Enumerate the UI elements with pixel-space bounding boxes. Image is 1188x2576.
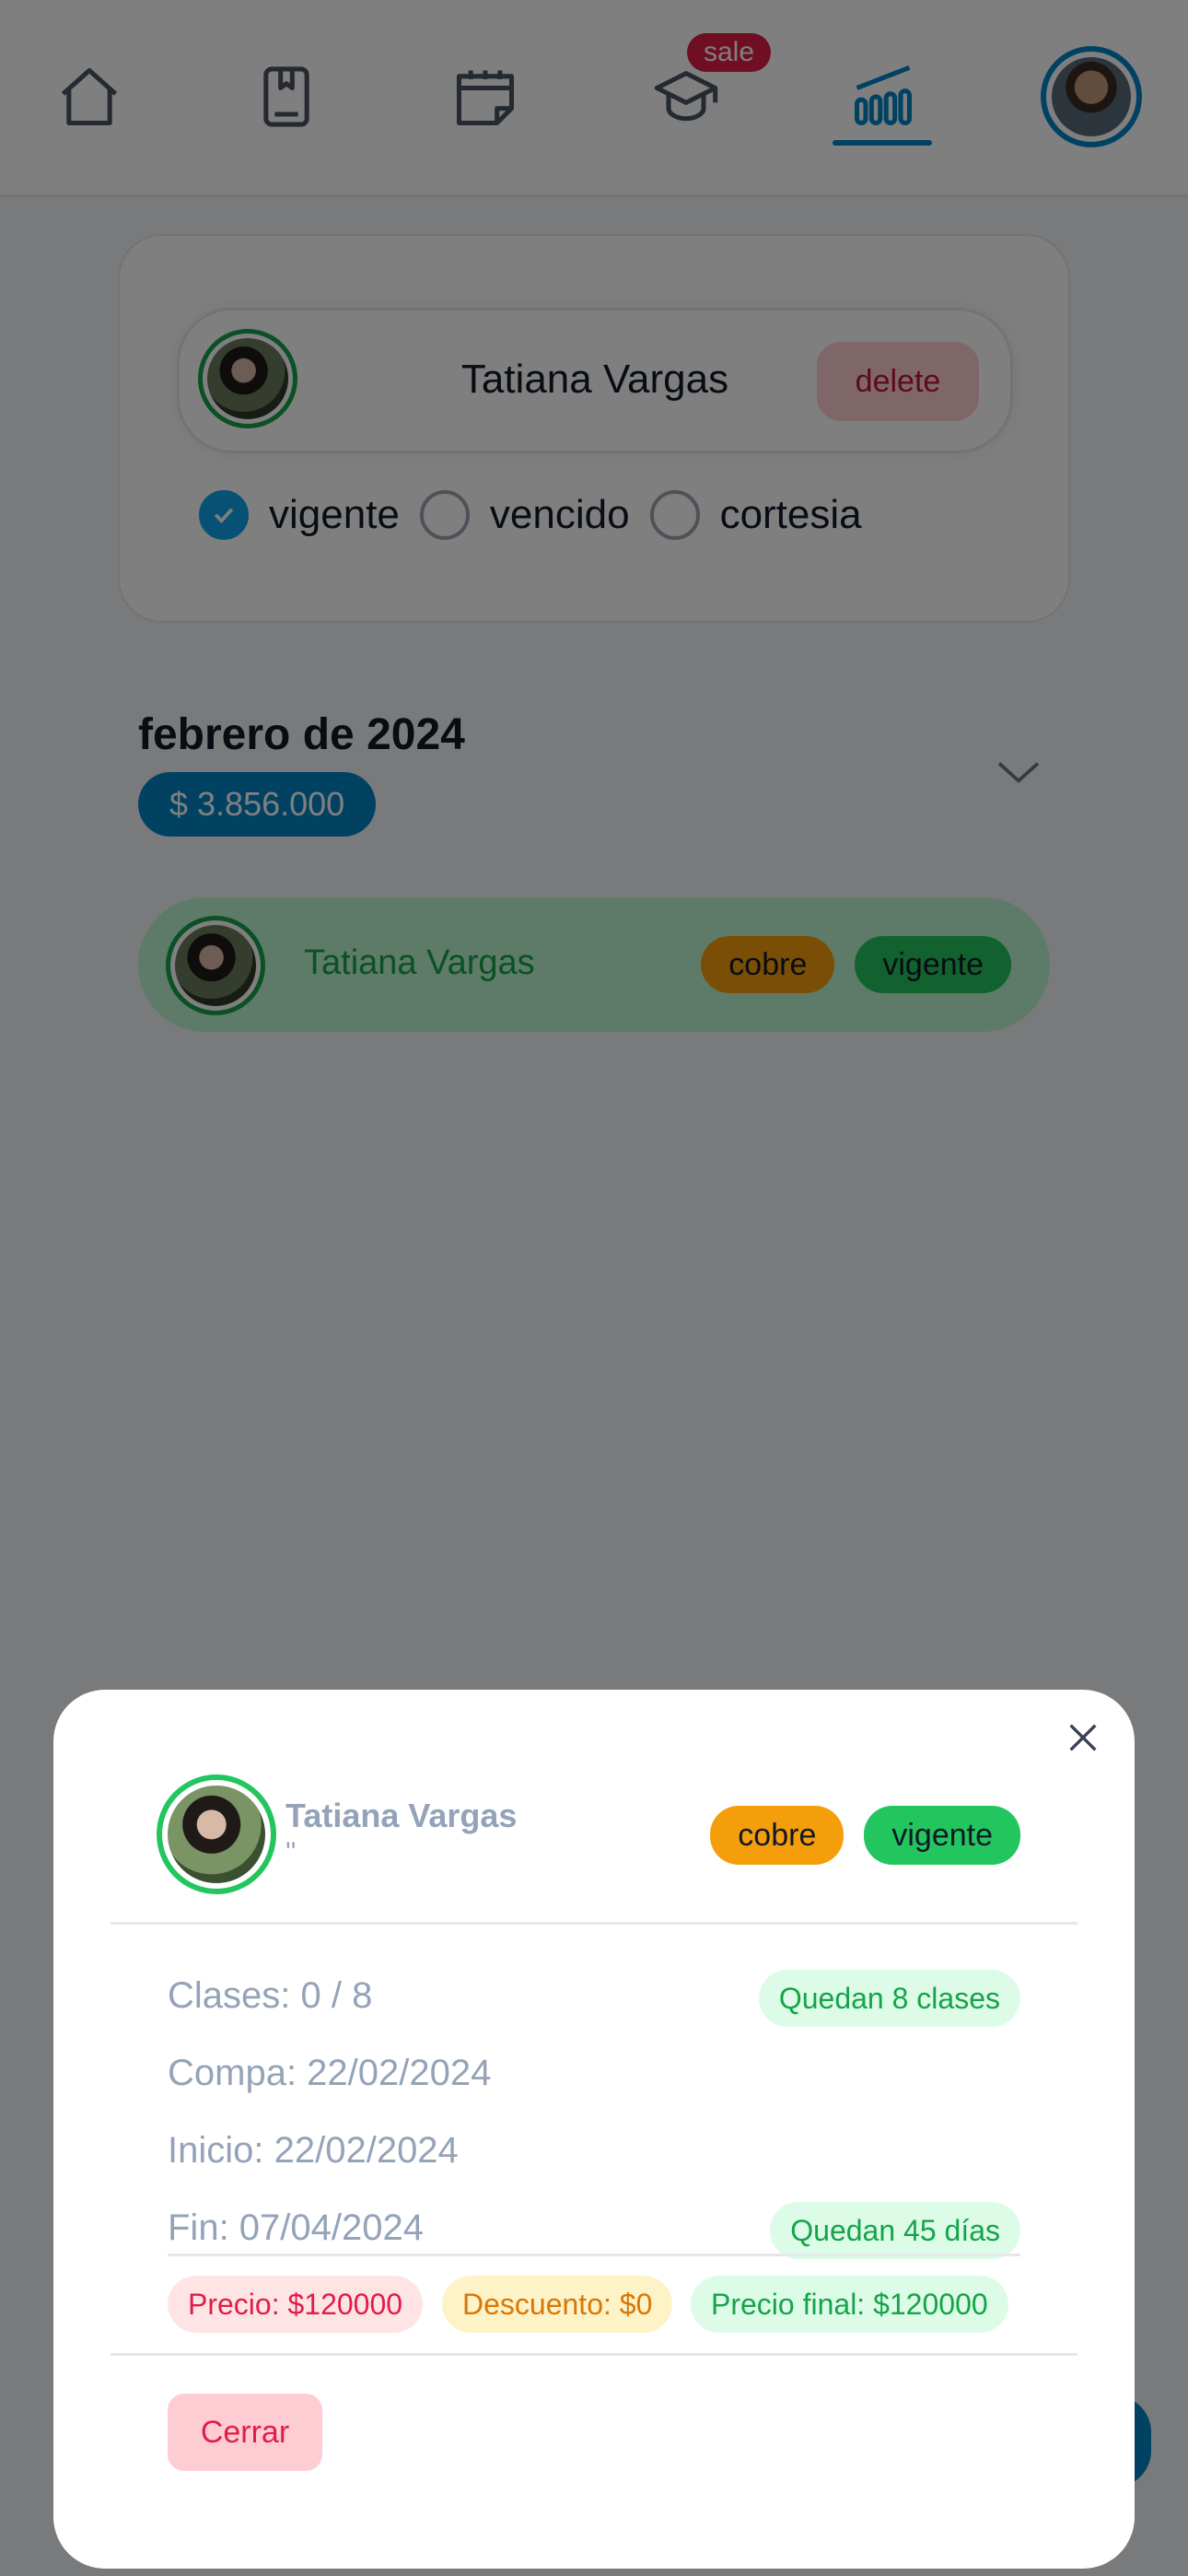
app-root: sale Tatiana Vargas delete vigente ven	[0, 0, 1188, 2576]
close-icon[interactable]	[1065, 1719, 1101, 1756]
modal-avatar	[157, 1774, 276, 1894]
inicio-date: Inicio: 22/02/2024	[168, 2130, 459, 2171]
days-remaining-chip: Quedan 45 días	[770, 2202, 1020, 2259]
descuento-chip: Descuento: $0	[442, 2276, 673, 2333]
modal-divider-top	[111, 1922, 1077, 1925]
clases-text: Clases: 0 / 8	[168, 1975, 373, 2016]
student-detail-modal: Tatiana Vargas '' cobre vigente Clases: …	[53, 1690, 1135, 2569]
modal-student-name: Tatiana Vargas	[285, 1797, 518, 1834]
modal-divider-mid	[168, 2254, 1020, 2256]
modal-tag-vigente: vigente	[864, 1806, 1020, 1865]
modal-divider-bottom	[111, 2353, 1077, 2356]
cerrar-button[interactable]: Cerrar	[168, 2394, 322, 2471]
compra-date: Compa: 22/02/2024	[168, 2053, 492, 2093]
precio-final-chip: Precio final: $120000	[691, 2276, 1008, 2333]
fin-date: Fin: 07/04/2024	[168, 2207, 424, 2248]
clases-remaining-chip: Quedan 8 clases	[758, 1970, 1020, 2027]
modal-tags: cobre vigente	[710, 1806, 1020, 1865]
precio-chip: Precio: $120000	[168, 2276, 424, 2333]
modal-tag-cobre: cobre	[710, 1806, 844, 1865]
modal-student-subtitle: ''	[285, 1837, 297, 1868]
